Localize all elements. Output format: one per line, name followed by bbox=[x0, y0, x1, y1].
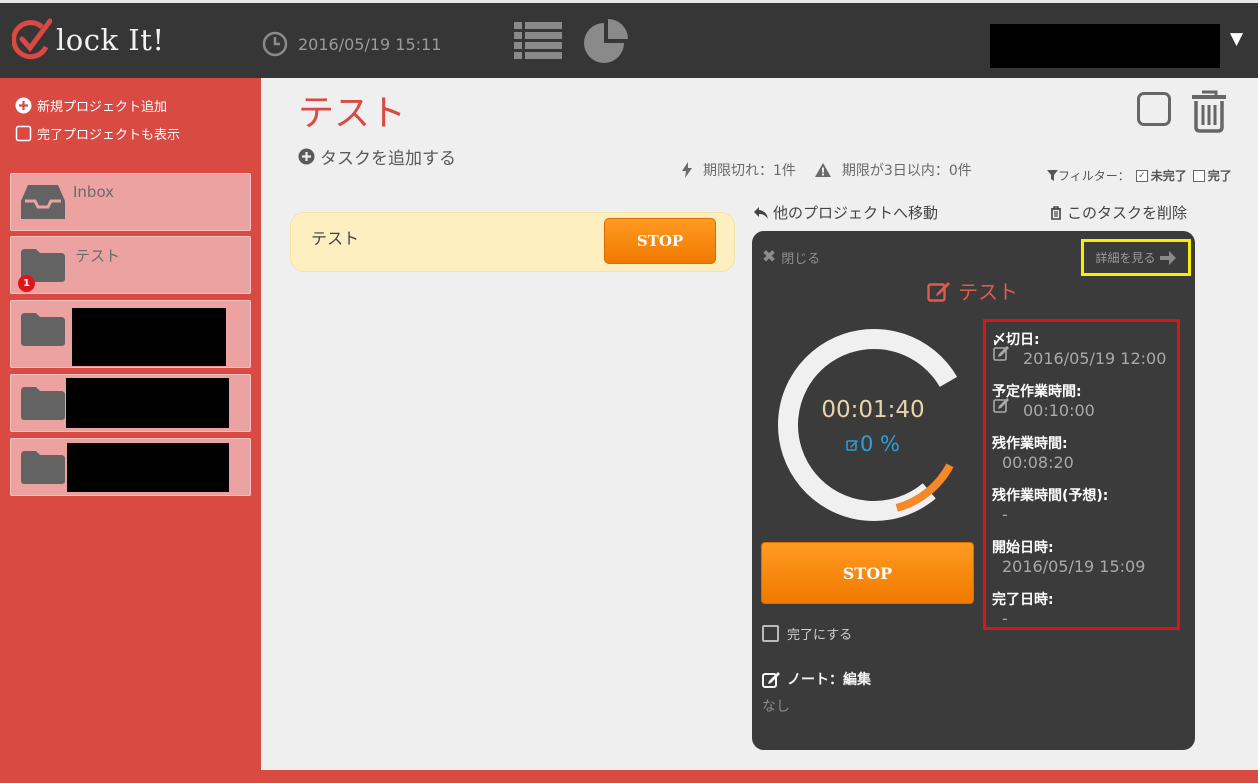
panel-title-text: テスト bbox=[958, 280, 1018, 304]
add-project-link[interactable]: 新規プロジェクト追加 bbox=[15, 96, 167, 115]
task-card[interactable]: テスト STOP bbox=[290, 212, 735, 272]
task-detail-panel: ✖ 閉じる 詳細を見る テスト 00:01:40 0 % STOP 完了にする … bbox=[752, 231, 1195, 750]
expired-count: 期限切れ：1件 bbox=[703, 163, 796, 179]
move-to-project-link[interactable]: 他のプロジェクトへ移動 bbox=[753, 202, 938, 223]
start-time-label: 開始日時: bbox=[992, 540, 1054, 556]
task-name: テスト bbox=[311, 229, 360, 248]
end-time-value: - bbox=[1002, 609, 1008, 628]
main-content: テスト タスクを追加する 期限切れ：1件 期限が3日以内：0件 フィルター： ✓… bbox=[261, 78, 1258, 770]
note-label-text: ノート：編集 bbox=[787, 672, 871, 688]
list-view-icon[interactable] bbox=[514, 20, 562, 62]
due-soon-count: 期限が3日以内：0件 bbox=[841, 163, 972, 179]
remaining-time-value: 00:08:20 bbox=[1002, 453, 1074, 472]
folder-icon bbox=[21, 387, 65, 420]
datetime-text: 2016/05/19 15:11 bbox=[298, 34, 442, 54]
reply-arrow-icon bbox=[754, 206, 768, 219]
add-task-link[interactable]: タスクを追加する bbox=[298, 144, 456, 169]
app-logo-text: lock It! bbox=[56, 23, 165, 57]
progress-ring bbox=[776, 327, 970, 523]
close-icon: ✖ bbox=[762, 247, 777, 267]
select-all-checkbox[interactable] bbox=[1137, 92, 1171, 126]
clock-icon bbox=[262, 31, 288, 57]
trash-icon[interactable] bbox=[1189, 89, 1229, 133]
task-stats: 期限切れ：1件 期限が3日以内：0件 bbox=[681, 160, 972, 180]
filter-incomplete-checkbox[interactable]: ✓ bbox=[1135, 169, 1148, 182]
edit-icon bbox=[762, 671, 780, 688]
inbox-tray-icon bbox=[21, 185, 65, 219]
task-stop-button[interactable]: STOP bbox=[604, 218, 716, 264]
plus-circle-icon bbox=[15, 97, 32, 114]
elapsed-timer: 00:01:40 bbox=[821, 397, 925, 423]
start-time-value: 2016/05/19 15:09 bbox=[1002, 557, 1146, 576]
sidebar: 新規プロジェクト追加 完了プロジェクトも表示 Inbox テスト 1 bbox=[0, 78, 261, 783]
show-completed-projects-checkbox[interactable]: 完了プロジェクトも表示 bbox=[15, 124, 180, 143]
remaining-estimate-value: - bbox=[1002, 505, 1008, 524]
close-panel-button[interactable]: ✖ 閉じる bbox=[762, 247, 820, 267]
project-count-badge: 1 bbox=[18, 275, 35, 292]
folder-icon bbox=[21, 451, 65, 484]
deadline-value: 2016/05/19 12:00 bbox=[1023, 349, 1167, 368]
panel-task-title[interactable]: テスト bbox=[927, 276, 1018, 305]
filter-label: フィルター： bbox=[1058, 169, 1130, 183]
filter-icon bbox=[1047, 170, 1058, 181]
user-name-redacted[interactable] bbox=[990, 24, 1220, 68]
note-value: なし bbox=[762, 699, 790, 715]
folder-icon bbox=[21, 313, 65, 346]
mark-complete-checkbox[interactable]: 完了にする bbox=[762, 624, 852, 643]
user-menu-caret-icon[interactable]: ▼ bbox=[1230, 29, 1243, 49]
end-time-label: 完了日時: bbox=[992, 592, 1054, 608]
project-name-redacted bbox=[67, 443, 229, 492]
view-details-link[interactable]: 詳細を見る bbox=[1081, 239, 1191, 276]
sidebar-item-test[interactable]: テスト 1 bbox=[10, 236, 251, 294]
close-label: 閉じる bbox=[781, 251, 821, 267]
planned-time-value: 00:10:00 bbox=[1023, 401, 1095, 420]
delete-task-link[interactable]: このタスクを削除 bbox=[1050, 202, 1187, 223]
sidebar-item-label: Inbox bbox=[73, 183, 115, 201]
pie-chart-icon[interactable] bbox=[582, 17, 630, 65]
sidebar-item-label: テスト bbox=[75, 247, 121, 265]
filter-incomplete-label: 未完了 bbox=[1150, 169, 1187, 183]
current-datetime: 2016/05/19 15:11 bbox=[262, 31, 441, 57]
project-name-redacted bbox=[72, 308, 226, 366]
app-logo[interactable]: lock It! bbox=[12, 15, 165, 65]
sidebar-item-redacted-3[interactable] bbox=[10, 438, 251, 496]
project-name-redacted bbox=[66, 378, 229, 428]
edit-small-icon[interactable] bbox=[993, 345, 1011, 361]
task-info-box: 〆切日: 2016/05/19 12:00 予定作業時間: 00:10:00 残… bbox=[983, 319, 1180, 630]
edit-small-icon bbox=[846, 440, 858, 451]
edit-icon bbox=[927, 281, 950, 302]
filter-complete-label: 完了 bbox=[1207, 169, 1232, 183]
filter-complete-checkbox[interactable] bbox=[1192, 169, 1205, 182]
trash-small-icon bbox=[1051, 205, 1061, 220]
checkbox-icon bbox=[762, 625, 779, 642]
checkbox-icon bbox=[15, 125, 32, 142]
remaining-time-label: 残作業時間: bbox=[992, 436, 1068, 452]
add-project-label: 新規プロジェクト追加 bbox=[37, 100, 168, 115]
add-task-label: タスクを追加する bbox=[320, 149, 456, 169]
progress-percent[interactable]: 0 % bbox=[776, 432, 970, 456]
clock-check-logo-icon bbox=[12, 18, 52, 60]
panel-stop-button[interactable]: STOP bbox=[761, 542, 974, 604]
page-title: テスト bbox=[298, 93, 407, 134]
show-completed-label: 完了プロジェクトも表示 bbox=[37, 128, 181, 143]
progress-percent-text: 0 % bbox=[860, 432, 900, 456]
note-edit-link[interactable]: ノート：編集 bbox=[762, 669, 871, 689]
arrow-right-icon bbox=[1159, 250, 1176, 265]
move-to-project-label: 他のプロジェクトへ移動 bbox=[773, 204, 939, 222]
sidebar-item-redacted-1[interactable] bbox=[10, 300, 251, 368]
sidebar-item-redacted-2[interactable] bbox=[10, 374, 251, 432]
delete-task-label: このタスクを削除 bbox=[1067, 204, 1188, 222]
task-filter: フィルター： ✓ 未完了 完了 bbox=[1047, 167, 1232, 184]
progress-ring-fill bbox=[784, 335, 964, 515]
plus-circle-icon bbox=[298, 148, 315, 165]
edit-small-icon[interactable] bbox=[993, 397, 1011, 413]
view-details-label: 詳細を見る bbox=[1095, 251, 1156, 265]
sidebar-item-inbox[interactable]: Inbox bbox=[10, 173, 251, 231]
lightning-icon bbox=[682, 162, 692, 178]
warning-icon bbox=[814, 163, 831, 177]
top-bar: lock It! 2016/05/19 15:11 ▼ bbox=[0, 0, 1258, 78]
remaining-estimate-label: 残作業時間(予想): bbox=[992, 488, 1109, 504]
mark-complete-label: 完了にする bbox=[787, 628, 853, 643]
